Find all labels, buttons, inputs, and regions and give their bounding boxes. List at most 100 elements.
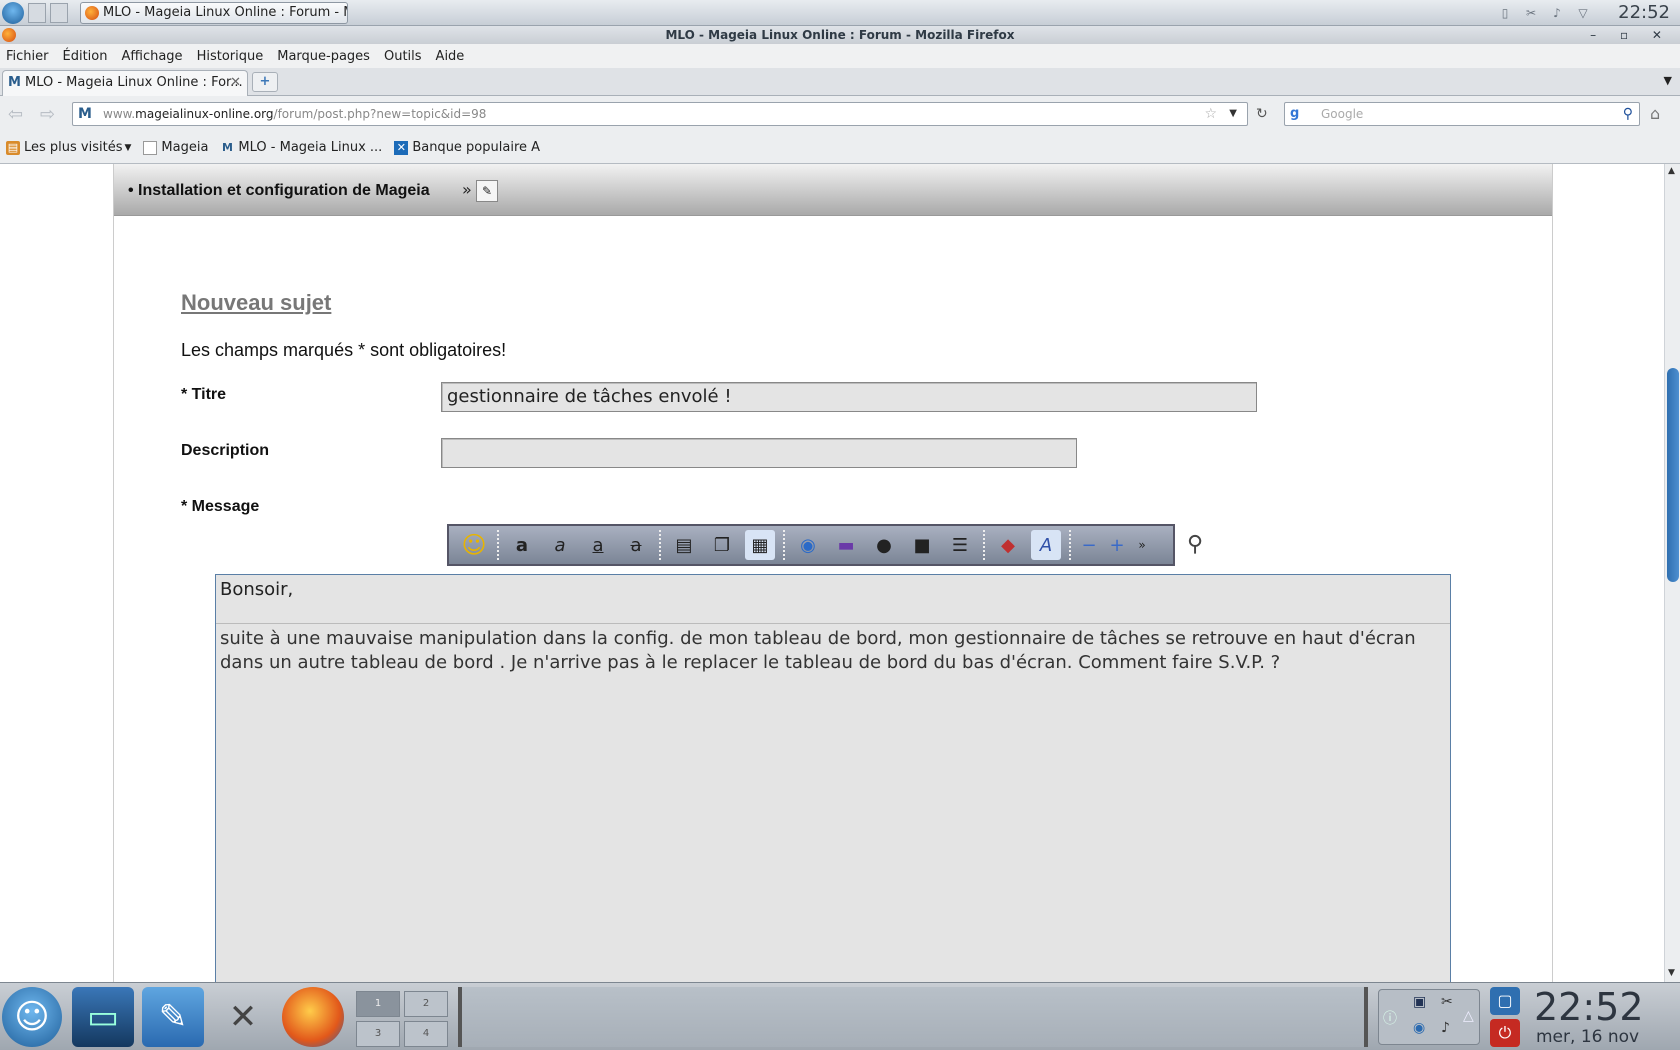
strike-icon[interactable]: a	[621, 530, 651, 560]
menu-affichage[interactable]: Affichage	[121, 49, 182, 64]
desktop-switch-icon[interactable]	[28, 3, 46, 23]
align-icon[interactable]: ▤	[669, 530, 699, 560]
bookmark-star-icon[interactable]: ☆	[1204, 103, 1217, 125]
back-arrow-icon[interactable]: ⇦	[8, 104, 23, 125]
menu-aide[interactable]: Aide	[436, 49, 465, 64]
info-icon[interactable]: ⓘ	[1383, 1008, 1397, 1028]
firefox-launcher-icon[interactable]	[282, 987, 344, 1047]
search-icon[interactable]: ⚲	[1623, 103, 1633, 125]
reload-icon[interactable]: ↻	[1256, 106, 1268, 122]
expand-tray-icon[interactable]: △	[1463, 1008, 1474, 1024]
top-clock[interactable]: 22:52	[1618, 2, 1670, 23]
category-header: • Installation et configuration de Magei…	[114, 164, 1552, 216]
taskbar-firefox-item[interactable]: MLO - Mageia Linux Online : Forum - M	[80, 2, 348, 24]
toolbar-separator	[1069, 530, 1071, 560]
url-domain: mageialinux-online.org	[135, 107, 274, 121]
network-icon[interactable]: ▽	[1572, 3, 1594, 23]
menu-historique[interactable]: Historique	[197, 49, 264, 64]
calendar-icon[interactable]: ▣	[1413, 994, 1426, 1010]
bottom-clock[interactable]: 22:52	[1534, 985, 1644, 1029]
scroll-up-icon[interactable]: ▲	[1668, 166, 1675, 176]
smiley-icon[interactable]: ☺	[459, 530, 489, 560]
window-title: MLO - Mageia Linux Online : Forum - Mozi…	[665, 28, 1015, 42]
font-icon[interactable]: A	[1031, 530, 1061, 560]
bookmarks-toolbar: ▤ Les plus visités ▼ Mageia M MLO - Mage…	[0, 132, 1680, 164]
new-tab-button[interactable]: +	[252, 72, 278, 92]
system-settings-icon[interactable]: ✎	[142, 987, 204, 1047]
network-icon[interactable]: ◉	[1413, 1020, 1425, 1036]
workspace-2[interactable]: 2	[404, 991, 448, 1017]
workspace-pager: 1 2 3 4	[356, 991, 448, 1047]
workspace-3[interactable]: 3	[356, 1021, 400, 1047]
bold-icon[interactable]: a	[507, 530, 537, 560]
menu-outils[interactable]: Outils	[384, 49, 422, 64]
volume-icon[interactable]: ♪	[1546, 3, 1568, 23]
edit-icon[interactable]: ✎	[476, 180, 498, 202]
more-icon[interactable]: »	[1135, 530, 1149, 560]
url-dropdown-icon[interactable]: ▼	[1229, 103, 1237, 125]
power-icon[interactable]: ⏻	[1490, 1019, 1520, 1047]
bookmark-banque-populaire[interactable]: ✕ Banque populaire A	[394, 140, 540, 155]
message-greeting: Bonsoir,	[220, 579, 294, 600]
mageia-launcher-icon[interactable]: ☺	[2, 987, 62, 1047]
copy-icon[interactable]: ❐	[707, 530, 737, 560]
window-titlebar[interactable]: MLO - Mageia Linux Online : Forum - Mozi…	[0, 26, 1680, 44]
image-icon[interactable]: ▬	[831, 530, 861, 560]
bookmark-les-plus-visites[interactable]: ▤ Les plus visités ▼	[6, 140, 131, 155]
attachment-icon[interactable]: ⚲	[1187, 532, 1203, 557]
scrollbar-thumb[interactable]	[1667, 368, 1679, 582]
page-scrollbar[interactable]: ▲ ▼	[1664, 164, 1680, 982]
plus-icon[interactable]: +	[1107, 530, 1127, 560]
desktop-switch-icon[interactable]	[50, 3, 68, 23]
mageia-menu-icon[interactable]	[2, 2, 24, 24]
minus-icon[interactable]: −	[1079, 530, 1099, 560]
message-textarea[interactable]: Bonsoir, suite à une mauvaise manipulati…	[215, 574, 1451, 982]
quote-icon[interactable]: ●	[869, 530, 899, 560]
menu-edition[interactable]: Édition	[63, 49, 108, 64]
clipboard-icon[interactable]: ▯	[1494, 3, 1516, 23]
scroll-down-icon[interactable]: ▼	[1668, 968, 1675, 978]
workspace-4[interactable]: 4	[404, 1021, 448, 1047]
workspace-1[interactable]: 1	[356, 991, 400, 1017]
title-input[interactable]: gestionnaire de tâches envolé !	[441, 382, 1257, 412]
bottom-system-panel: ☺ ▭ ✎ ✕ 1 2 3 4 ⓘ ▣ ✂ ◉ ♪ △ ▢ ⏻ 22:52 me…	[0, 982, 1680, 1050]
page-title: Nouveau sujet	[181, 290, 332, 315]
url-path: /forum/post.php?new=topic&id=98	[273, 107, 487, 121]
page-viewport: • Installation et configuration de Magei…	[0, 164, 1664, 982]
bookmark-mageia[interactable]: Mageia	[143, 140, 208, 155]
taskbar-area[interactable]	[458, 987, 1368, 1047]
scissors-icon[interactable]: ✂	[1520, 3, 1542, 23]
list-icon[interactable]: ☰	[945, 530, 975, 560]
scissors-icon[interactable]: ✂	[1441, 994, 1453, 1010]
menu-fichier[interactable]: Fichier	[6, 49, 49, 64]
lock-icon[interactable]: ■	[907, 530, 937, 560]
forward-arrow-icon[interactable]: ⇨	[40, 104, 55, 125]
window-controls[interactable]: – ▫ ✕	[1590, 26, 1672, 44]
mlo-site-icon: M	[78, 106, 92, 122]
page-icon[interactable]: ▦	[745, 530, 775, 560]
forum-post-card: • Installation et configuration de Magei…	[113, 164, 1553, 982]
tab-list-icon[interactable]: ▼	[1664, 74, 1672, 87]
color-icon[interactable]: ◆	[993, 530, 1023, 560]
italic-icon[interactable]: a	[545, 530, 575, 560]
volume-icon[interactable]: ♪	[1441, 1020, 1450, 1036]
title-label: * Titre	[181, 386, 227, 403]
breadcrumb[interactable]: • Installation et configuration de Magei…	[128, 182, 430, 200]
google-engine-icon[interactable]: g	[1290, 106, 1299, 122]
menu-marque-pages[interactable]: Marque-pages	[277, 49, 370, 64]
description-input[interactable]	[441, 438, 1077, 468]
file-manager-icon[interactable]: ▭	[72, 987, 134, 1047]
home-icon[interactable]: ⌂	[1650, 104, 1660, 123]
lock-screen-icon[interactable]: ▢	[1490, 987, 1520, 1015]
tab-title: MLO - Mageia Linux Online : For...	[25, 75, 243, 90]
underline-icon[interactable]: a	[583, 530, 613, 560]
url-bar[interactable]: M www.mageialinux-online.org/forum/post.…	[72, 102, 1248, 126]
tab-close-icon[interactable]: ✕	[230, 71, 241, 95]
tools-icon[interactable]: ✕	[212, 987, 274, 1047]
link-icon[interactable]: ◉	[793, 530, 823, 560]
search-box[interactable]: g Google ⚲	[1284, 102, 1640, 126]
description-label: Description	[181, 442, 270, 459]
tab-mlo-forum[interactable]: M MLO - Mageia Linux Online : For... ✕	[2, 70, 248, 96]
search-placeholder: Google	[1321, 107, 1364, 121]
bookmark-mlo[interactable]: M MLO - Mageia Linux ...	[220, 140, 382, 155]
